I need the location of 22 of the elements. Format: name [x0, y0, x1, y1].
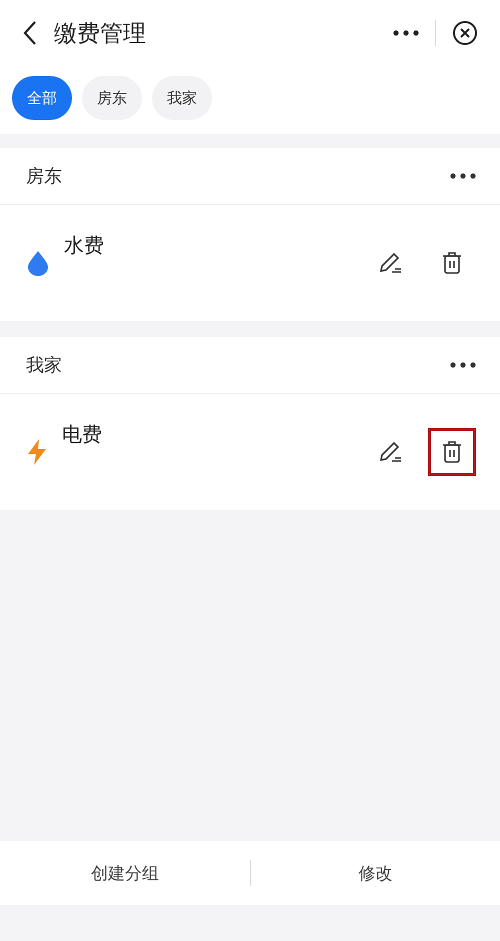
trash-icon [441, 440, 463, 464]
group-name: 房东 [26, 165, 62, 188]
bill-name: 电费 [62, 420, 103, 448]
close-icon [452, 20, 478, 46]
back-icon [22, 20, 38, 46]
page-title: 缴费管理 [54, 20, 147, 48]
group-name: 我家 [26, 354, 62, 377]
filter-tab[interactable]: 我家 [152, 76, 212, 120]
more-icon [393, 30, 419, 36]
delete-button[interactable] [428, 428, 476, 476]
more-icon [450, 362, 476, 368]
water-drop-icon [26, 250, 50, 276]
filter-tab[interactable]: 全部 [12, 76, 72, 120]
edit-icon [377, 439, 403, 465]
bottom-action-button[interactable]: 修改 [250, 860, 500, 886]
more-icon [450, 173, 476, 179]
edit-icon [377, 250, 403, 276]
filter-tab[interactable]: 房东 [82, 76, 142, 120]
bill-name: 水费 [64, 232, 105, 258]
trash-icon [441, 251, 463, 275]
bottom-action-button[interactable]: 创建分组 [0, 860, 250, 886]
lightning-icon [26, 438, 48, 466]
